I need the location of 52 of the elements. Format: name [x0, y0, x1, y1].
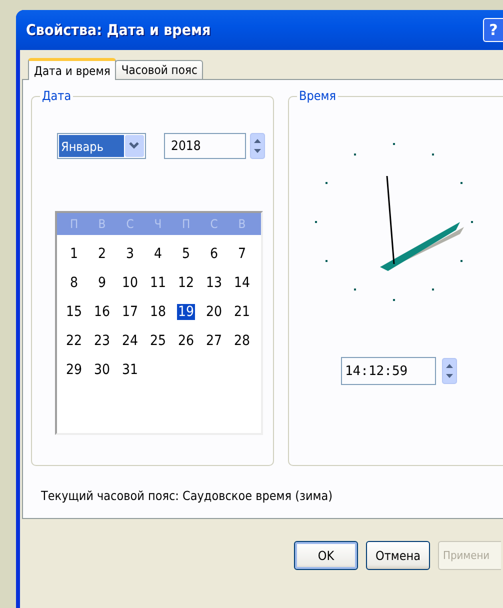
weekday-label: П [68, 216, 80, 233]
window-title: Свойства: Дата и время [26, 21, 211, 39]
calendar-day[interactable]: 30 [92, 362, 112, 378]
weekday-label: В [97, 216, 107, 233]
calendar-day[interactable]: 24 [120, 332, 140, 348]
year-field[interactable]: 2018 [164, 133, 246, 159]
group-label: Время [296, 88, 338, 103]
calendar-day[interactable]: 21 [232, 304, 252, 320]
tab[interactable]: Часовой пояс [115, 60, 204, 79]
tab[interactable]: Дата и время [28, 58, 116, 80]
calendar-day[interactable]: 10 [120, 274, 140, 290]
calendar-day[interactable]: 17 [120, 304, 140, 320]
spinner-arrows-icon[interactable] [250, 133, 265, 159]
calendar-day[interactable]: 5 [180, 246, 191, 262]
calendar-day[interactable]: 1 [68, 246, 79, 262]
calendar-day[interactable]: 23 [92, 332, 112, 348]
spinner-arrows-icon[interactable] [442, 358, 457, 384]
time-field[interactable]: 14:12:59 [340, 357, 436, 385]
weekday-label: С [209, 216, 219, 233]
calendar-day[interactable]: 3 [124, 246, 135, 262]
calendar-day[interactable]: 19 [176, 304, 196, 320]
calendar-day[interactable]: 18 [148, 304, 168, 320]
calendar-day[interactable]: 4 [152, 246, 163, 262]
timezone-label: Текущий часовой пояс: Саудовское время (зима) [41, 488, 333, 503]
calendar-day[interactable]: 9 [96, 274, 107, 290]
help-button[interactable]: ? [483, 18, 503, 42]
group-label: Дата [40, 88, 74, 103]
dialog-button[interactable]: OK [294, 541, 358, 570]
calendar-day[interactable]: 8 [68, 274, 79, 290]
calendar-day[interactable]: 16 [92, 304, 112, 320]
calendar-day[interactable]: 11 [148, 274, 168, 290]
calendar-day[interactable]: 26 [176, 332, 196, 348]
calendar-day[interactable]: 27 [204, 332, 224, 348]
month-dropdown[interactable]: Январь [57, 133, 146, 159]
calendar-day[interactable]: 20 [204, 304, 224, 320]
calendar-day[interactable]: 31 [120, 362, 140, 378]
weekday-label: П [180, 216, 192, 233]
calendar-day[interactable]: 7 [236, 246, 247, 262]
weekday-label: С [125, 216, 135, 233]
weekday-label: В [237, 216, 247, 233]
dialog-button[interactable]: Отмена [366, 541, 430, 570]
calendar-day[interactable]: 2 [96, 246, 107, 262]
weekday-label: Ч [153, 216, 163, 233]
calendar-day[interactable]: 14 [232, 274, 252, 290]
calendar-day[interactable]: 29 [64, 362, 84, 378]
calendar-day[interactable]: 13 [204, 274, 224, 290]
calendar-day[interactable]: 22 [64, 332, 84, 348]
calendar-day[interactable]: 28 [232, 332, 252, 348]
calendar-day[interactable]: 25 [148, 332, 168, 348]
calendar-day[interactable]: 12 [176, 274, 196, 290]
calendar-day[interactable]: 15 [64, 304, 84, 320]
calendar-day[interactable]: 6 [208, 246, 219, 262]
